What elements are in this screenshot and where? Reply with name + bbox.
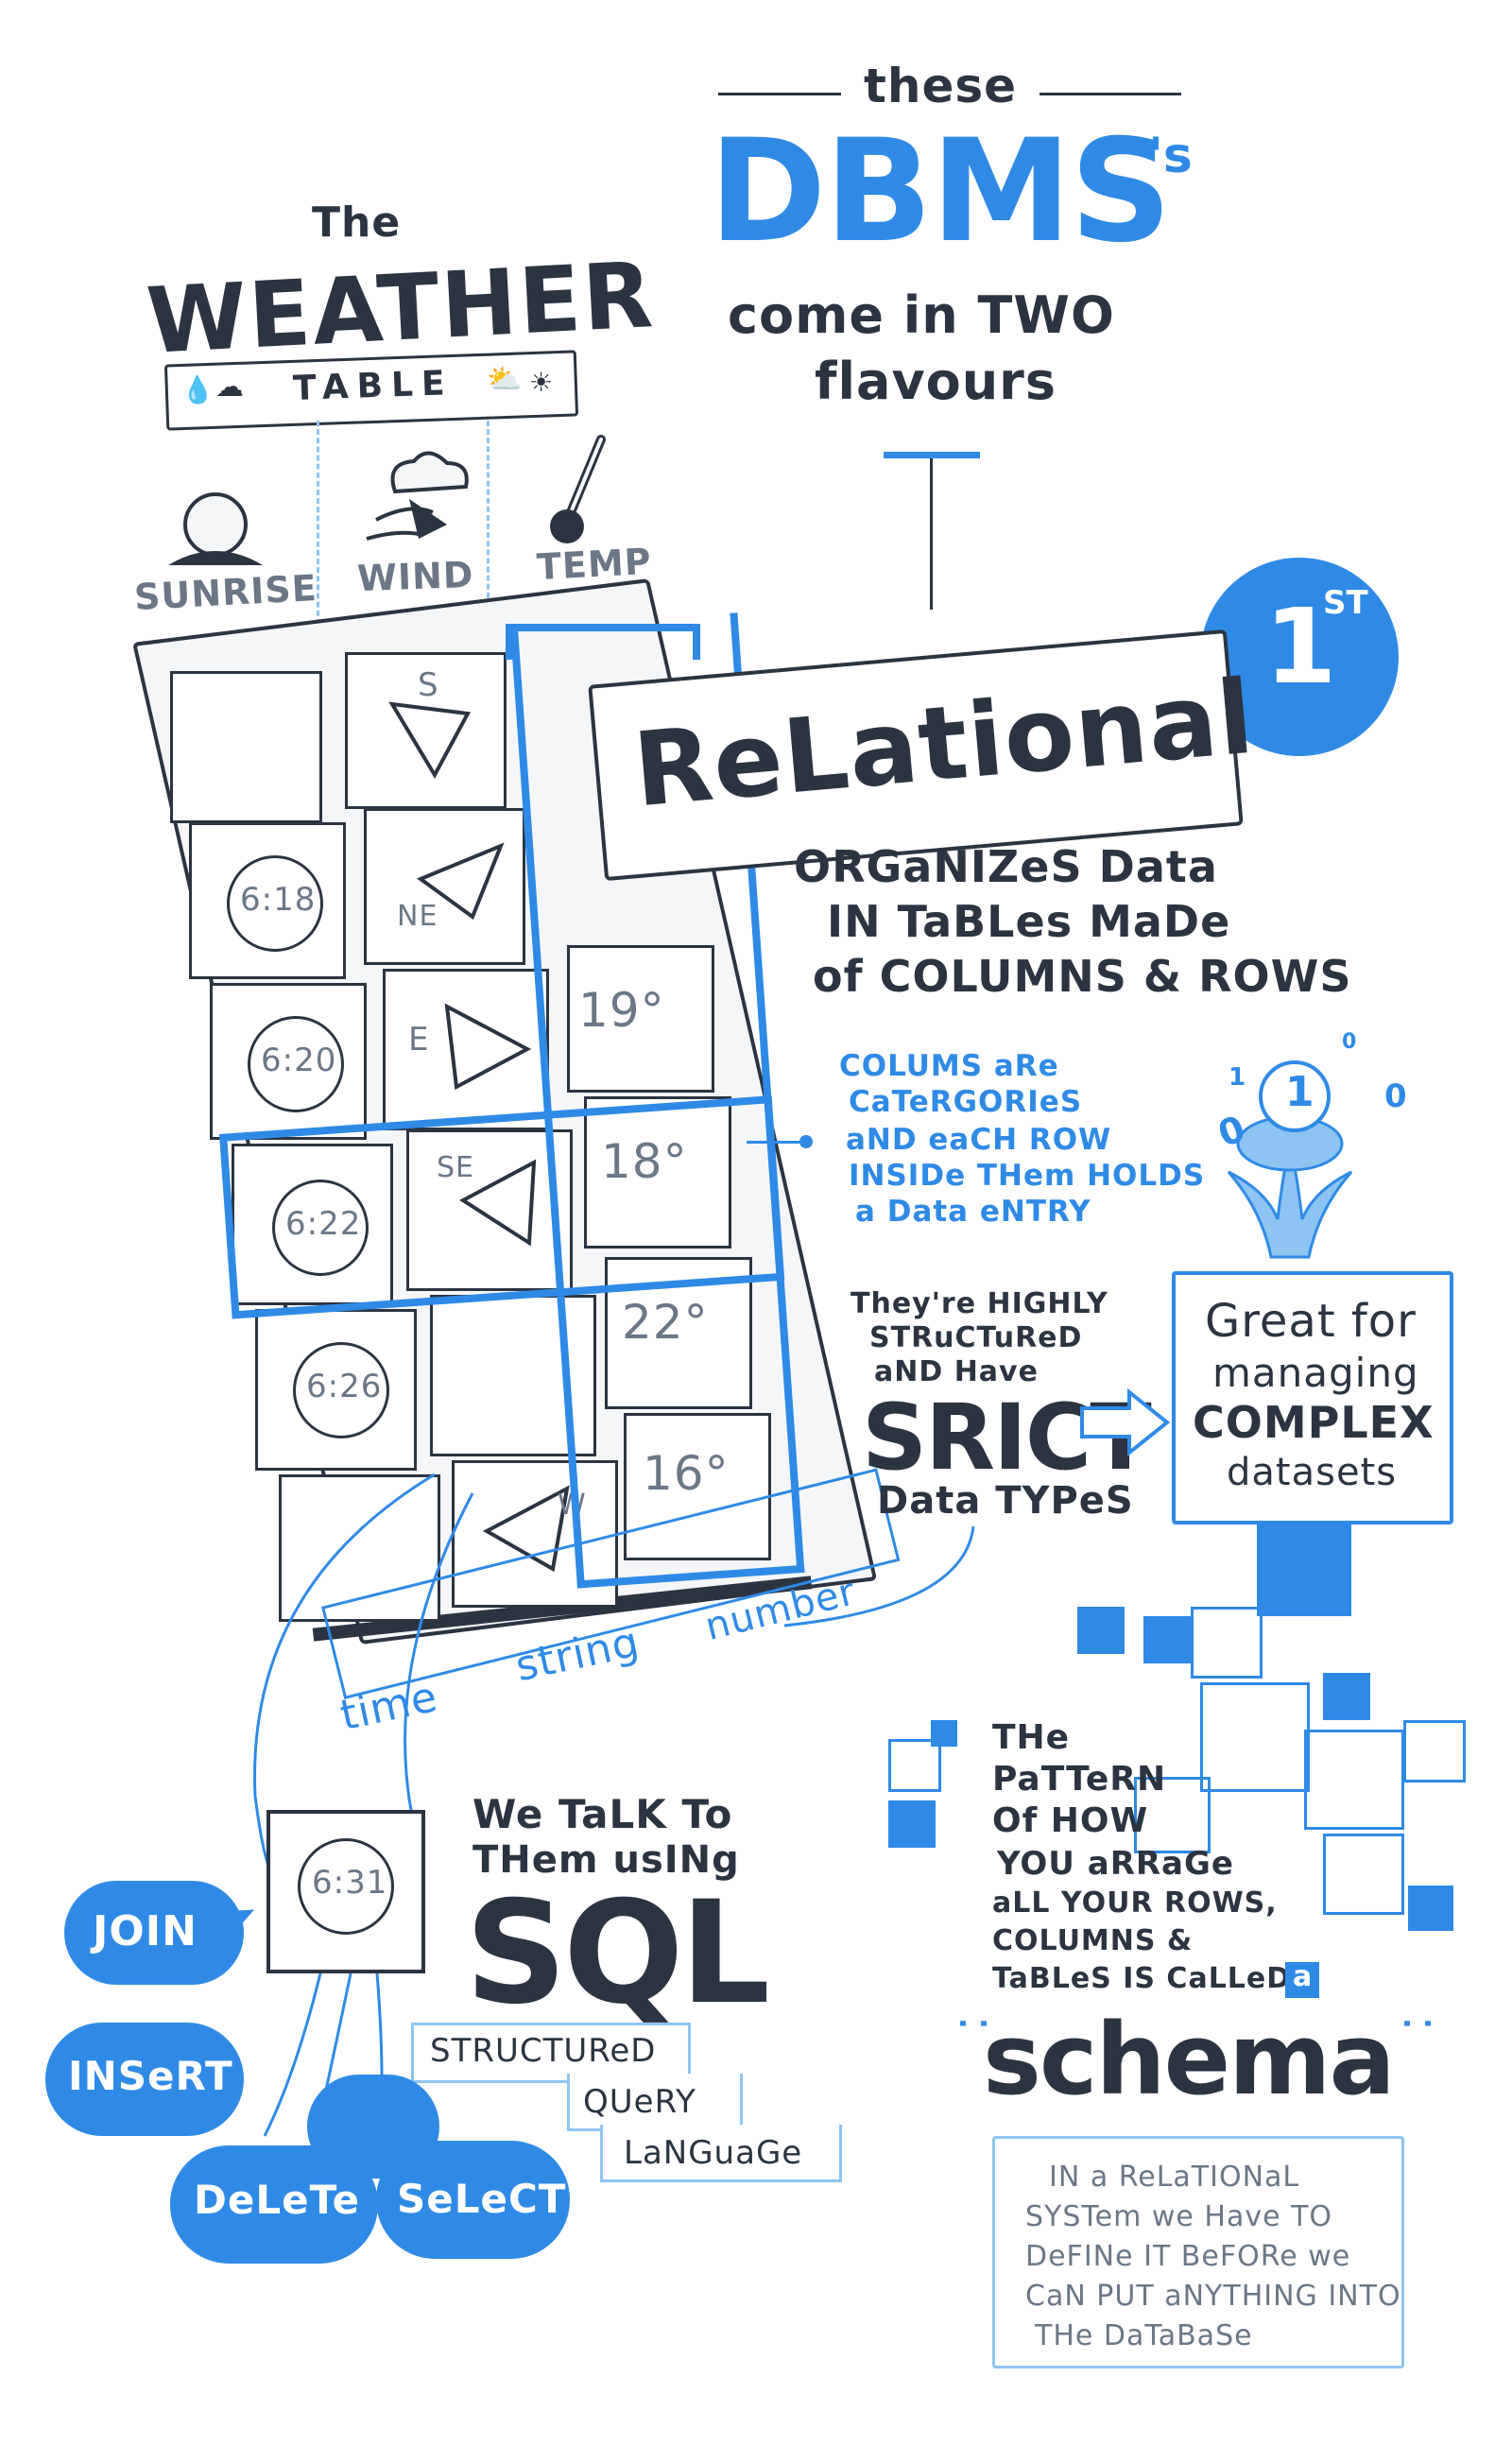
header-dbms: DBMS bbox=[709, 110, 1172, 274]
schema-title: schema bbox=[983, 2002, 1396, 2117]
schema-pattern-2: PaTTeRN bbox=[992, 1760, 1167, 1799]
header-dbms-suffix: 's bbox=[1148, 128, 1193, 184]
sql-title: SQL bbox=[465, 1871, 770, 2036]
relational-note-3: aND eaCH ROW bbox=[846, 1123, 1112, 1157]
command-label-select: SeLeCT bbox=[397, 2176, 567, 2222]
relational-desc-1: ORGaNIZeS Data bbox=[794, 841, 1218, 892]
schema-pattern-5: aLL YOUR ROWS, bbox=[992, 1886, 1278, 1920]
column-header-wind: WIND bbox=[356, 553, 475, 600]
sunrise-value-4: 6:26 bbox=[306, 1368, 383, 1405]
banner-drop-icon: 💧 bbox=[180, 373, 215, 406]
great-line-2: managing bbox=[1212, 1350, 1419, 1396]
relational-note-2: CaTeRGORIeS bbox=[849, 1085, 1083, 1119]
row-highlight bbox=[219, 1095, 785, 1319]
schema-note-5: THe DaTaBaSe bbox=[1035, 2319, 1253, 2352]
schema-note-2: SYSTem we Have TO bbox=[1025, 2200, 1333, 2233]
wind-value-ne: NE bbox=[397, 900, 438, 933]
great-line-4: datasets bbox=[1227, 1451, 1398, 1494]
temp-value-16: 16° bbox=[643, 1446, 730, 1501]
schema-pattern-6: COLUMNS & bbox=[992, 1924, 1194, 1957]
temp-value-19: 19° bbox=[578, 983, 665, 1038]
sql-cell-value: 6:31 bbox=[312, 1864, 388, 1902]
relational-note-5: a Data eNTRY bbox=[855, 1195, 1091, 1229]
strict-pre-2: STRuCTuReD bbox=[869, 1321, 1083, 1354]
header-flavours: flavours bbox=[815, 352, 1057, 411]
splash-digit-4: 1 bbox=[1228, 1063, 1246, 1092]
pixel-block-4 bbox=[1323, 1673, 1370, 1720]
pixel-outline-3 bbox=[1304, 1730, 1404, 1830]
banner-cloud-icon: ☁ bbox=[215, 370, 244, 404]
pixel-block-7 bbox=[888, 1800, 936, 1848]
sunrise-value-2: 6:20 bbox=[261, 1042, 337, 1079]
schema-pattern-1: THe bbox=[992, 1718, 1071, 1757]
weather-table-label: TABLE bbox=[292, 364, 455, 408]
grid-cell-sunrise-1 bbox=[170, 671, 322, 823]
sql-expansion-3: LaNGuaGe bbox=[624, 2134, 803, 2172]
command-label-insert: INSeRT bbox=[68, 2053, 233, 2099]
weather-the: The bbox=[312, 198, 402, 247]
temp-column-top-bracket bbox=[506, 624, 700, 660]
note-connector-dot bbox=[799, 1135, 813, 1148]
column-header-sunrise: SUNRISE bbox=[132, 566, 318, 619]
strict-pre-3: aND Have bbox=[874, 1355, 1039, 1388]
pixel-block-5 bbox=[1408, 1886, 1453, 1931]
splash-digit-5: 0 bbox=[1342, 1030, 1357, 1054]
header-come-in-two: come in TWO bbox=[728, 285, 1115, 345]
command-label-delete: DeLeTe bbox=[194, 2177, 361, 2223]
strict-pre-1: They're HIGHLY bbox=[850, 1287, 1108, 1320]
temp-value-22: 22° bbox=[622, 1295, 709, 1350]
arrow-right-icon bbox=[1080, 1387, 1171, 1457]
thermometer-icon bbox=[550, 435, 606, 543]
strict-curve-connector bbox=[783, 1525, 975, 1628]
schema-pattern-7: TaBLeS IS CaLLeD bbox=[992, 1962, 1292, 1995]
schema-pattern-3: Of HOW bbox=[992, 1801, 1149, 1840]
command-label-join: JOIN bbox=[93, 1907, 198, 1955]
header-rule-right bbox=[1040, 93, 1181, 95]
wind-icon bbox=[366, 451, 469, 541]
sunrise-icon bbox=[168, 492, 263, 565]
sunrise-value-1: 6:18 bbox=[240, 881, 317, 919]
pixel-outline-6 bbox=[1323, 1834, 1404, 1915]
header-these: these bbox=[863, 59, 1018, 113]
tee-stem bbox=[930, 458, 933, 610]
header-rule-left bbox=[718, 93, 841, 95]
pixel-block-2 bbox=[1077, 1607, 1125, 1654]
wind-value-e: E bbox=[408, 1021, 430, 1059]
splash-digit-3: 0 bbox=[1384, 1077, 1407, 1115]
banner-sun-icon: ☀ bbox=[529, 367, 554, 398]
tee-bar bbox=[884, 452, 980, 458]
splash-digit-1: 1 bbox=[1285, 1068, 1314, 1116]
pixel-outline-1 bbox=[1191, 1607, 1263, 1679]
relational-desc-3: of COLUMNS & ROWS bbox=[813, 951, 1352, 1002]
weather-title: WEATHER bbox=[144, 242, 658, 374]
wind-value-s: S bbox=[418, 666, 439, 704]
great-line-3: COMPLEX bbox=[1193, 1397, 1435, 1448]
wind-arrow-e-icon bbox=[444, 1003, 532, 1091]
schema-note-4: CaN PUT aNYTHING INTO bbox=[1025, 2280, 1401, 2313]
banner-cloudsun-icon: ⛅ bbox=[487, 363, 523, 396]
pixel-outline-7 bbox=[888, 1739, 941, 1792]
pixel-block-1 bbox=[1257, 1522, 1351, 1616]
schema-pattern-4: YOU aRRaGe bbox=[997, 1845, 1234, 1883]
relational-desc-2: IN TaBLes MaDe bbox=[827, 896, 1231, 947]
sql-expansion-2: QUeRY bbox=[583, 2083, 696, 2121]
sql-expansion-1: STRUCTUReD bbox=[430, 2032, 657, 2070]
schema-note-3: DeFINe IT BeFORe we bbox=[1025, 2240, 1351, 2273]
pixel-outline-4 bbox=[1403, 1720, 1466, 1783]
strict-post: Data TYPeS bbox=[877, 1479, 1134, 1523]
great-line-1: Great for bbox=[1205, 1295, 1417, 1348]
data-splash-icon bbox=[1227, 1060, 1353, 1259]
relational-note-4: INSIDe THem HOLDS bbox=[849, 1159, 1206, 1193]
relational-badge-suffix: ST bbox=[1323, 584, 1368, 622]
note-connector bbox=[747, 1141, 803, 1144]
schema-quote-right: ˙˙ bbox=[1397, 2015, 1438, 2063]
pixel-block-6 bbox=[931, 1720, 957, 1747]
schema-note-1: IN a ReLaTIONaL bbox=[1049, 2161, 1300, 2194]
relational-note-1: COLUMS aRe bbox=[839, 1049, 1059, 1083]
pixel-block-3 bbox=[1143, 1616, 1191, 1663]
sql-intro-1: We TaLK To bbox=[472, 1791, 733, 1837]
schema-article: a bbox=[1293, 1960, 1313, 1993]
pixel-outline-2 bbox=[1200, 1682, 1310, 1792]
